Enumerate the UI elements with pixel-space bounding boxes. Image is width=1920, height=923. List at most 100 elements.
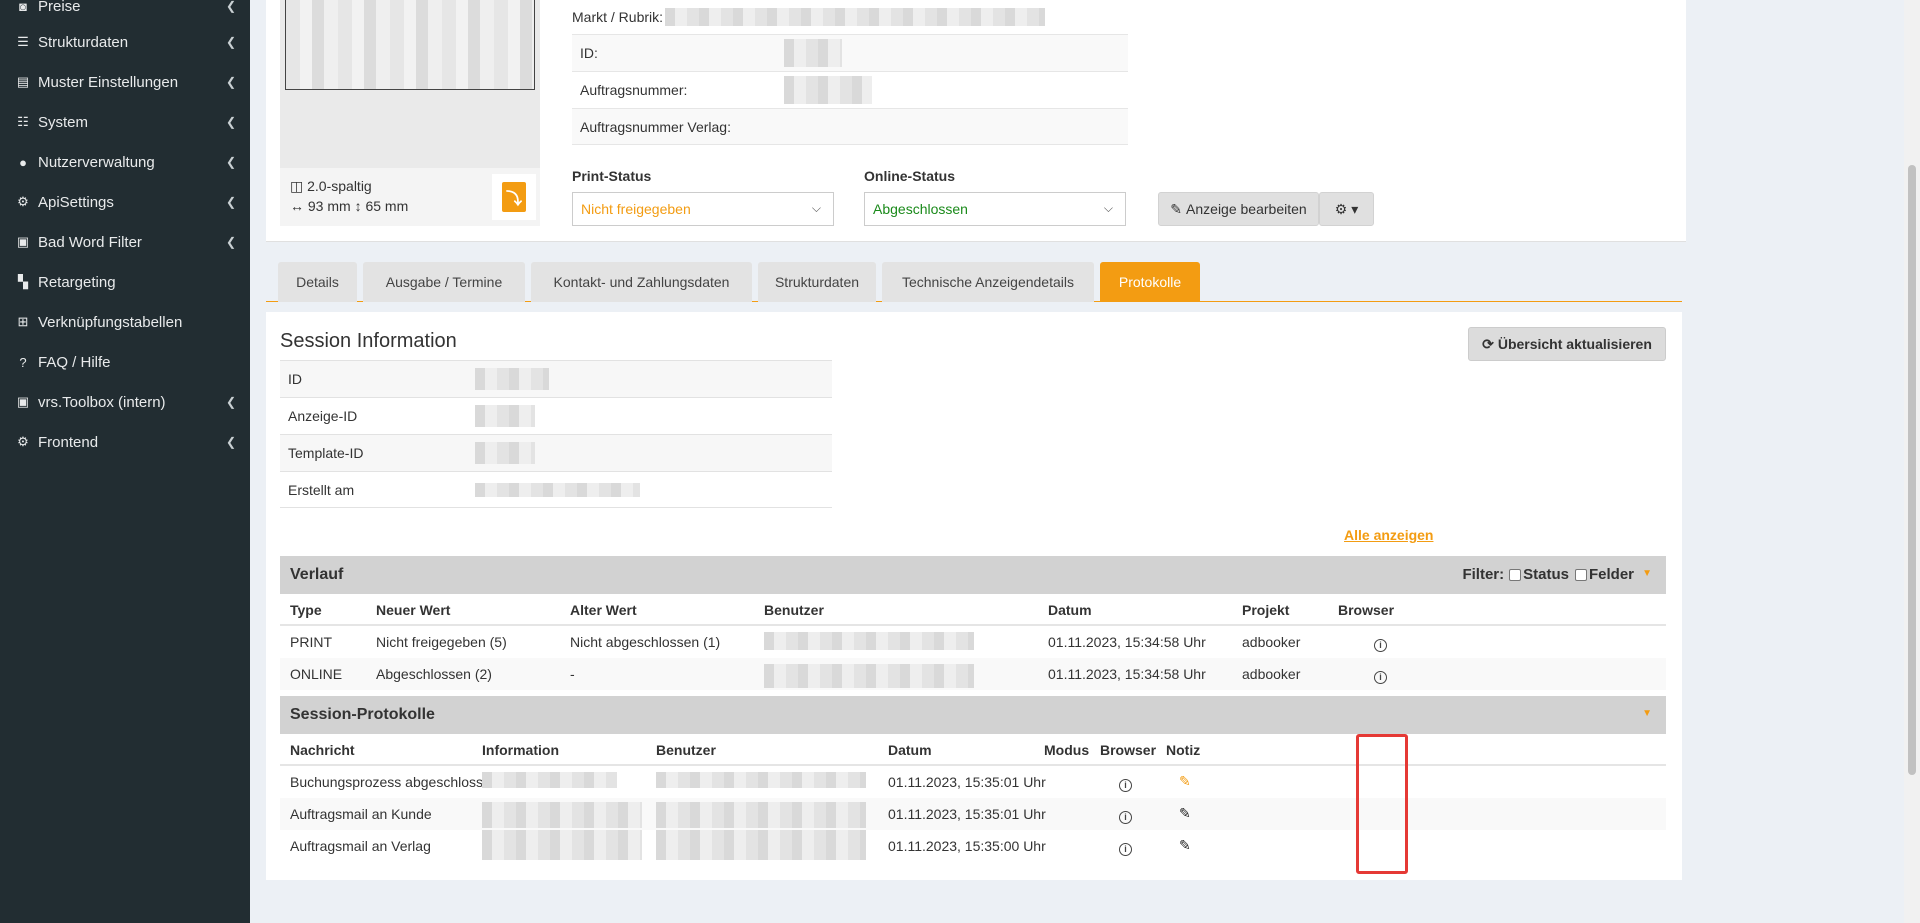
column-header: Benutzer: [656, 742, 716, 758]
info-icon[interactable]: i: [1119, 775, 1132, 792]
redacted-value: [475, 482, 640, 497]
ad-preview-image[interactable]: [285, 0, 535, 90]
column-header: Modus: [1044, 742, 1090, 758]
info-icon[interactable]: i: [1119, 807, 1132, 824]
cell-message: Auftragsmail an Verlag: [290, 838, 431, 854]
sidebar-item-label: Verknüpfungstabellen: [38, 313, 183, 331]
sidebar-item-system[interactable]: ☷ System ❮: [0, 102, 250, 142]
tasks-icon: ☷: [17, 114, 29, 129]
session-row-id: ID: [280, 360, 832, 397]
redacted-value: [665, 8, 1046, 26]
tab-ausgabe-termine[interactable]: Ausgabe / Termine: [363, 262, 525, 302]
ad-size-label: ↔ 93 mm ↕ 65 mm: [290, 198, 409, 214]
caret-down-icon[interactable]: ▼: [1642, 708, 1652, 719]
sidebar-item-muster-einstellungen[interactable]: ▤ Muster Einstellungen ❮: [0, 62, 250, 102]
sidebar-item-label: System: [38, 113, 89, 131]
sidebar-item-retargeting[interactable]: ▚ Retargeting: [0, 262, 250, 302]
info-key: Auftragsnummer:: [580, 82, 688, 98]
gears-icon: ⚙: [17, 434, 29, 449]
cell-old-value: Nicht abgeschlossen (1): [570, 634, 721, 650]
gear-icon: ⚙ ▾: [1334, 200, 1359, 217]
cell-date: 01.11.2023, 15:34:58 Uhr: [1048, 634, 1206, 650]
column-header: Datum: [1048, 602, 1092, 618]
sidebar-item-label: Retargeting: [38, 273, 116, 291]
verlauf-header[interactable]: Verlauf Filter: Status Felder ▼: [280, 556, 1666, 594]
filter-felder-label: Felder: [1588, 566, 1634, 583]
print-status-select[interactable]: Nicht freigegeben ⌵: [572, 192, 834, 226]
show-all-link[interactable]: Alle anzeigen: [1344, 527, 1433, 543]
edit-ad-label: Anzeige bearbeiten: [1186, 201, 1307, 217]
tab-label: Protokolle: [1118, 274, 1182, 290]
chevron-left-icon: ❮: [225, 235, 236, 249]
sidebar-item-strukturdaten[interactable]: ☰ Strukturdaten ❮: [0, 22, 250, 62]
redacted-user: [764, 632, 974, 650]
edit-note-icon[interactable]: ✎: [1179, 805, 1191, 822]
sidebar-item-label: Bad Word Filter: [38, 233, 142, 251]
info-icon[interactable]: i: [1119, 839, 1132, 856]
chevron-left-icon: ❮: [225, 75, 236, 89]
cell-new-value: Nicht freigegeben (5): [376, 634, 507, 650]
tab-label: Strukturdaten: [774, 274, 860, 290]
sidebar-item-verknuepfungstabellen[interactable]: ⊞ Verknüpfungstabellen: [0, 302, 250, 342]
info-icon[interactable]: i: [1374, 667, 1387, 684]
filter-label: Filter:: [1462, 566, 1505, 583]
refresh-label: Übersicht aktualisieren: [1497, 336, 1652, 352]
tab-protokolle[interactable]: Protokolle: [1100, 262, 1200, 302]
user-icon: ●: [19, 154, 27, 170]
tab-details[interactable]: Details: [278, 262, 357, 302]
redacted-information: [482, 802, 642, 828]
columns-icon: ◫: [290, 178, 304, 194]
verlauf-filter: Filter: Status Felder: [1462, 566, 1634, 583]
online-status-select[interactable]: Abgeschlossen ⌵: [864, 192, 1126, 226]
edit-note-icon[interactable]: ✎: [1179, 773, 1191, 790]
cell-project: adbooker: [1242, 666, 1301, 682]
redacted-user: [656, 830, 866, 860]
caret-down-icon[interactable]: ▼: [1642, 568, 1652, 579]
redacted-user: [656, 802, 866, 828]
session-row-erstellt-am: Erstellt am: [280, 471, 832, 508]
ad-detail-panel: ◫ 2.0-spaltig ↔ 93 mm ↕ 65 mm ⤵ Markt / …: [266, 0, 1686, 242]
tab-bar: Details Ausgabe / Termine Kontakt- und Z…: [266, 262, 1682, 302]
tab-kontakt-zahlung[interactable]: Kontakt- und Zahlungsdaten: [531, 262, 752, 302]
refresh-overview-button[interactable]: ⟳ Übersicht aktualisieren: [1468, 327, 1666, 361]
redacted-value: [784, 76, 872, 104]
lock-icon: ▣: [16, 234, 30, 249]
verlauf-title: Verlauf: [290, 566, 344, 583]
online-status-label: Online-Status: [864, 168, 956, 184]
session-protokolle-header[interactable]: Session-Protokolle ▼: [280, 696, 1666, 734]
protokolle-panel: Session Information ⟳ Übersicht aktualisi…: [266, 312, 1682, 880]
sidebar: ◙ Preise ❮ ☰ Strukturdaten ❮ ▤ Muster Einstel…: [0, 0, 250, 923]
sidebar-item-apisettings[interactable]: ⚙ ApiSettings ❮: [0, 182, 250, 222]
filter-status-checkbox[interactable]: [1509, 568, 1522, 581]
cell-message: Auftragsmail an Kunde: [290, 806, 432, 822]
session-row-anzeige-id: Anzeige-ID: [280, 397, 832, 434]
edit-ad-button[interactable]: ✎ Anzeige bearbeiten: [1158, 192, 1319, 226]
sidebar-item-label: Frontend: [38, 433, 99, 451]
print-status-value: Nicht freigegeben: [581, 201, 691, 217]
table-header-row: Type Neuer Wert Alter Wert Benutzer Datu…: [280, 594, 1666, 626]
edit-note-icon[interactable]: ✎: [1179, 837, 1191, 854]
column-header: Nachricht: [290, 742, 355, 758]
filter-felder-checkbox[interactable]: [1574, 568, 1587, 581]
info-icon[interactable]: i: [1374, 635, 1387, 652]
info-row-id: ID:: [572, 34, 1128, 71]
scrollbar-thumb[interactable]: [1908, 165, 1916, 775]
sidebar-item-toolbox[interactable]: ▣ vrs.Toolbox (intern) ❮: [0, 382, 250, 422]
verlauf-table: Type Neuer Wert Alter Wert Benutzer Datu…: [280, 594, 1666, 690]
sidebar-item-frontend[interactable]: ⚙ Frontend ❮: [0, 422, 250, 462]
sidebar-item-label: FAQ / Hilfe: [38, 353, 111, 371]
camera-icon: ◙: [19, 0, 27, 14]
pdf-download-button[interactable]: ⤵: [492, 174, 536, 220]
sidebar-item-faq[interactable]: ? FAQ / Hilfe: [0, 342, 250, 382]
cell-date: 01.11.2023, 15:35:01 Uhr: [888, 806, 1046, 822]
page-scrollbar[interactable]: [1904, 0, 1920, 923]
online-status-value: Abgeschlossen: [873, 201, 968, 217]
tab-label: Details: [296, 274, 339, 290]
cart-icon: ▚: [18, 274, 28, 289]
sidebar-item-bad-word-filter[interactable]: ▣ Bad Word Filter ❮: [0, 222, 250, 262]
tab-technische-details[interactable]: Technische Anzeigendetails: [882, 262, 1094, 302]
tab-strukturdaten[interactable]: Strukturdaten: [758, 262, 876, 302]
chevron-left-icon: ❮: [225, 0, 236, 13]
settings-dropdown-button[interactable]: ⚙ ▾: [1319, 192, 1374, 226]
sidebar-item-nutzerverwaltung[interactable]: ● Nutzerverwaltung ❮: [0, 142, 250, 182]
